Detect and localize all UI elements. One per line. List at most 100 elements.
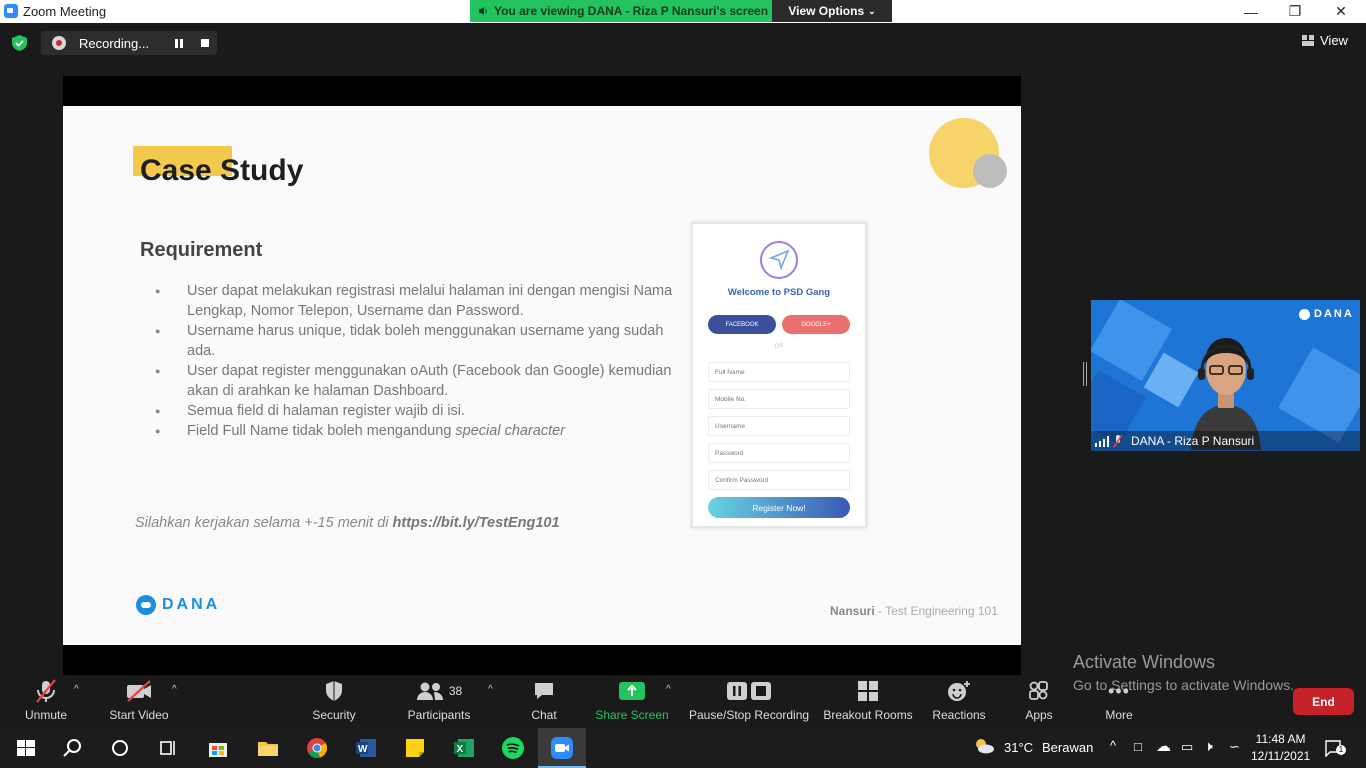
video-options-caret-icon[interactable]: ^ [172, 684, 177, 695]
close-button[interactable]: ✕ [1318, 0, 1364, 23]
requirements-list: User dapat melakukan registrasi melalui … [155, 281, 675, 441]
mockup-field: Mobile No. [708, 389, 850, 409]
window-title: Zoom Meeting [23, 4, 107, 19]
share-options-caret-icon[interactable]: ^ [666, 684, 671, 695]
note-link: https://bit.ly/TestEng101 [392, 515, 560, 531]
shared-slide: Case Study Requirement User dapat melaku… [63, 106, 1021, 645]
banner-text: You are viewing DANA - Riza P Nansuri's … [494, 4, 769, 18]
reactions-smiley-icon [948, 681, 970, 701]
word-icon[interactable]: W [354, 736, 378, 760]
security-button[interactable]: Security [308, 678, 360, 726]
zoom-taskbar-item[interactable] [538, 728, 586, 768]
security-label: Security [312, 708, 356, 722]
participant-name: DANA - Riza P Nansuri [1131, 434, 1255, 448]
slide-footer: Nansuri - Test Engineering 101 [830, 604, 998, 618]
share-screen-label: Share Screen [595, 708, 669, 722]
search-icon[interactable] [60, 736, 84, 760]
wifi-icon[interactable]: ∽ [1229, 739, 1240, 755]
apps-label: Apps [1025, 708, 1053, 722]
onedrive-cloud-icon[interactable]: ☁ [1156, 737, 1171, 755]
tray-overflow-icon[interactable]: ^ [1110, 738, 1116, 753]
more-button[interactable]: ••• More [1100, 678, 1138, 726]
chat-label: Chat [531, 708, 557, 722]
video-brand: DANA [1299, 308, 1354, 320]
mockup-register-button: Register Now! [708, 497, 850, 518]
chat-bubble-icon [535, 683, 553, 699]
stop-recording-icon[interactable] [201, 39, 209, 47]
recording-label: Recording... [79, 36, 150, 51]
speaker-icon [479, 7, 487, 15]
restore-button[interactable]: ❐ [1272, 0, 1318, 23]
system-clock[interactable]: 11:48 AM 12/11/2021 [1251, 731, 1310, 765]
mockup-or: OR [774, 344, 784, 350]
weather-cloud-icon[interactable] [974, 738, 994, 754]
cortana-icon[interactable] [108, 736, 132, 760]
breakout-rooms-button[interactable]: Breakout Rooms [823, 678, 913, 726]
recording-indicator: Recording... [41, 31, 217, 55]
zoom-app-icon [4, 4, 18, 18]
pause-recording-icon[interactable] [175, 39, 183, 48]
pause-stop-recording-button[interactable]: Pause/Stop Recording [689, 678, 809, 726]
clock-date: 12/11/2021 [1251, 749, 1311, 763]
mockup-field: Confirm Password [708, 470, 850, 490]
bg-hexagon [1278, 347, 1360, 443]
dana-logo-icon [1299, 308, 1310, 320]
file-explorer-icon[interactable] [256, 736, 280, 760]
list-item: Username harus unique, tidak boleh mengg… [155, 321, 675, 361]
start-video-label: Start Video [109, 708, 169, 722]
list-item-text: Field Full Name tidak boleh mengandung [187, 423, 456, 439]
chrome-icon[interactable] [305, 736, 329, 760]
weather-desc[interactable]: Berawan [1042, 740, 1093, 755]
dana-brand: DANA [136, 595, 220, 615]
decorative-gray-circle [973, 154, 1007, 188]
record-icon [52, 36, 66, 50]
slide-note: Silahkan kerjakan selama +-15 menit di h… [135, 515, 560, 531]
windows-start-icon[interactable] [14, 736, 38, 760]
muted-mic-icon [36, 679, 56, 703]
participant-video[interactable]: DANA DANA - Riza P Nansuri [1091, 300, 1360, 451]
unmute-button[interactable]: Unmute [20, 678, 72, 726]
mockup-field: Full Name [708, 362, 850, 382]
spotify-icon[interactable] [501, 736, 525, 760]
participants-button[interactable]: 38 Participants [406, 678, 472, 726]
chat-button[interactable]: Chat [526, 678, 562, 726]
battery-icon[interactable]: ▭ [1181, 739, 1193, 755]
paper-plane-icon [760, 241, 798, 279]
apps-button[interactable]: Apps [1022, 678, 1056, 726]
footer-author: Nansuri [830, 604, 875, 618]
unmute-label: Unmute [24, 708, 68, 722]
minimize-button[interactable]: — [1228, 0, 1274, 23]
apps-icon [1029, 681, 1048, 700]
participants-icon [416, 682, 443, 700]
video-off-icon [127, 680, 151, 702]
slide-title: Case Study [140, 154, 304, 187]
footer-text: - Test Engineering 101 [874, 604, 998, 618]
start-video-button[interactable]: Start Video [106, 678, 172, 726]
panel-resize-handle[interactable] [1083, 362, 1087, 386]
excel-icon[interactable]: X [452, 736, 476, 760]
audio-options-caret-icon[interactable]: ^ [74, 684, 79, 695]
reactions-button[interactable]: Reactions [932, 678, 986, 726]
weather-temp[interactable]: 31°C [1004, 740, 1033, 755]
meet-now-icon[interactable]: □ [1134, 739, 1142, 754]
share-screen-button[interactable]: Share Screen [595, 678, 669, 726]
volume-icon[interactable]: 🕨 [1204, 738, 1213, 755]
encryption-shield-icon[interactable] [12, 35, 27, 51]
task-view-icon[interactable] [156, 736, 180, 760]
view-button[interactable]: View [1302, 33, 1348, 48]
mockup-google-button: GOOGLE+ [782, 315, 850, 334]
view-options-button[interactable]: View Options ⌄ [772, 0, 892, 22]
svg-text:X: X [457, 744, 464, 755]
mockup-welcome: Welcome to PSD Gang [727, 287, 831, 298]
note-text: Silahkan kerjakan selama +-15 menit di [135, 515, 393, 531]
breakout-rooms-label: Breakout Rooms [823, 708, 913, 722]
store-icon[interactable] [206, 736, 230, 760]
participants-caret-icon[interactable]: ^ [488, 684, 493, 695]
end-meeting-button[interactable]: End [1293, 688, 1354, 715]
notifications-icon[interactable]: 1 [1324, 739, 1346, 758]
activate-title: Activate Windows [1073, 652, 1216, 672]
share-screen-icon [619, 682, 645, 700]
sticky-notes-icon[interactable] [403, 736, 427, 760]
signal-strength-icon [1095, 436, 1109, 447]
list-item: User dapat melakukan registrasi melalui … [155, 281, 675, 321]
